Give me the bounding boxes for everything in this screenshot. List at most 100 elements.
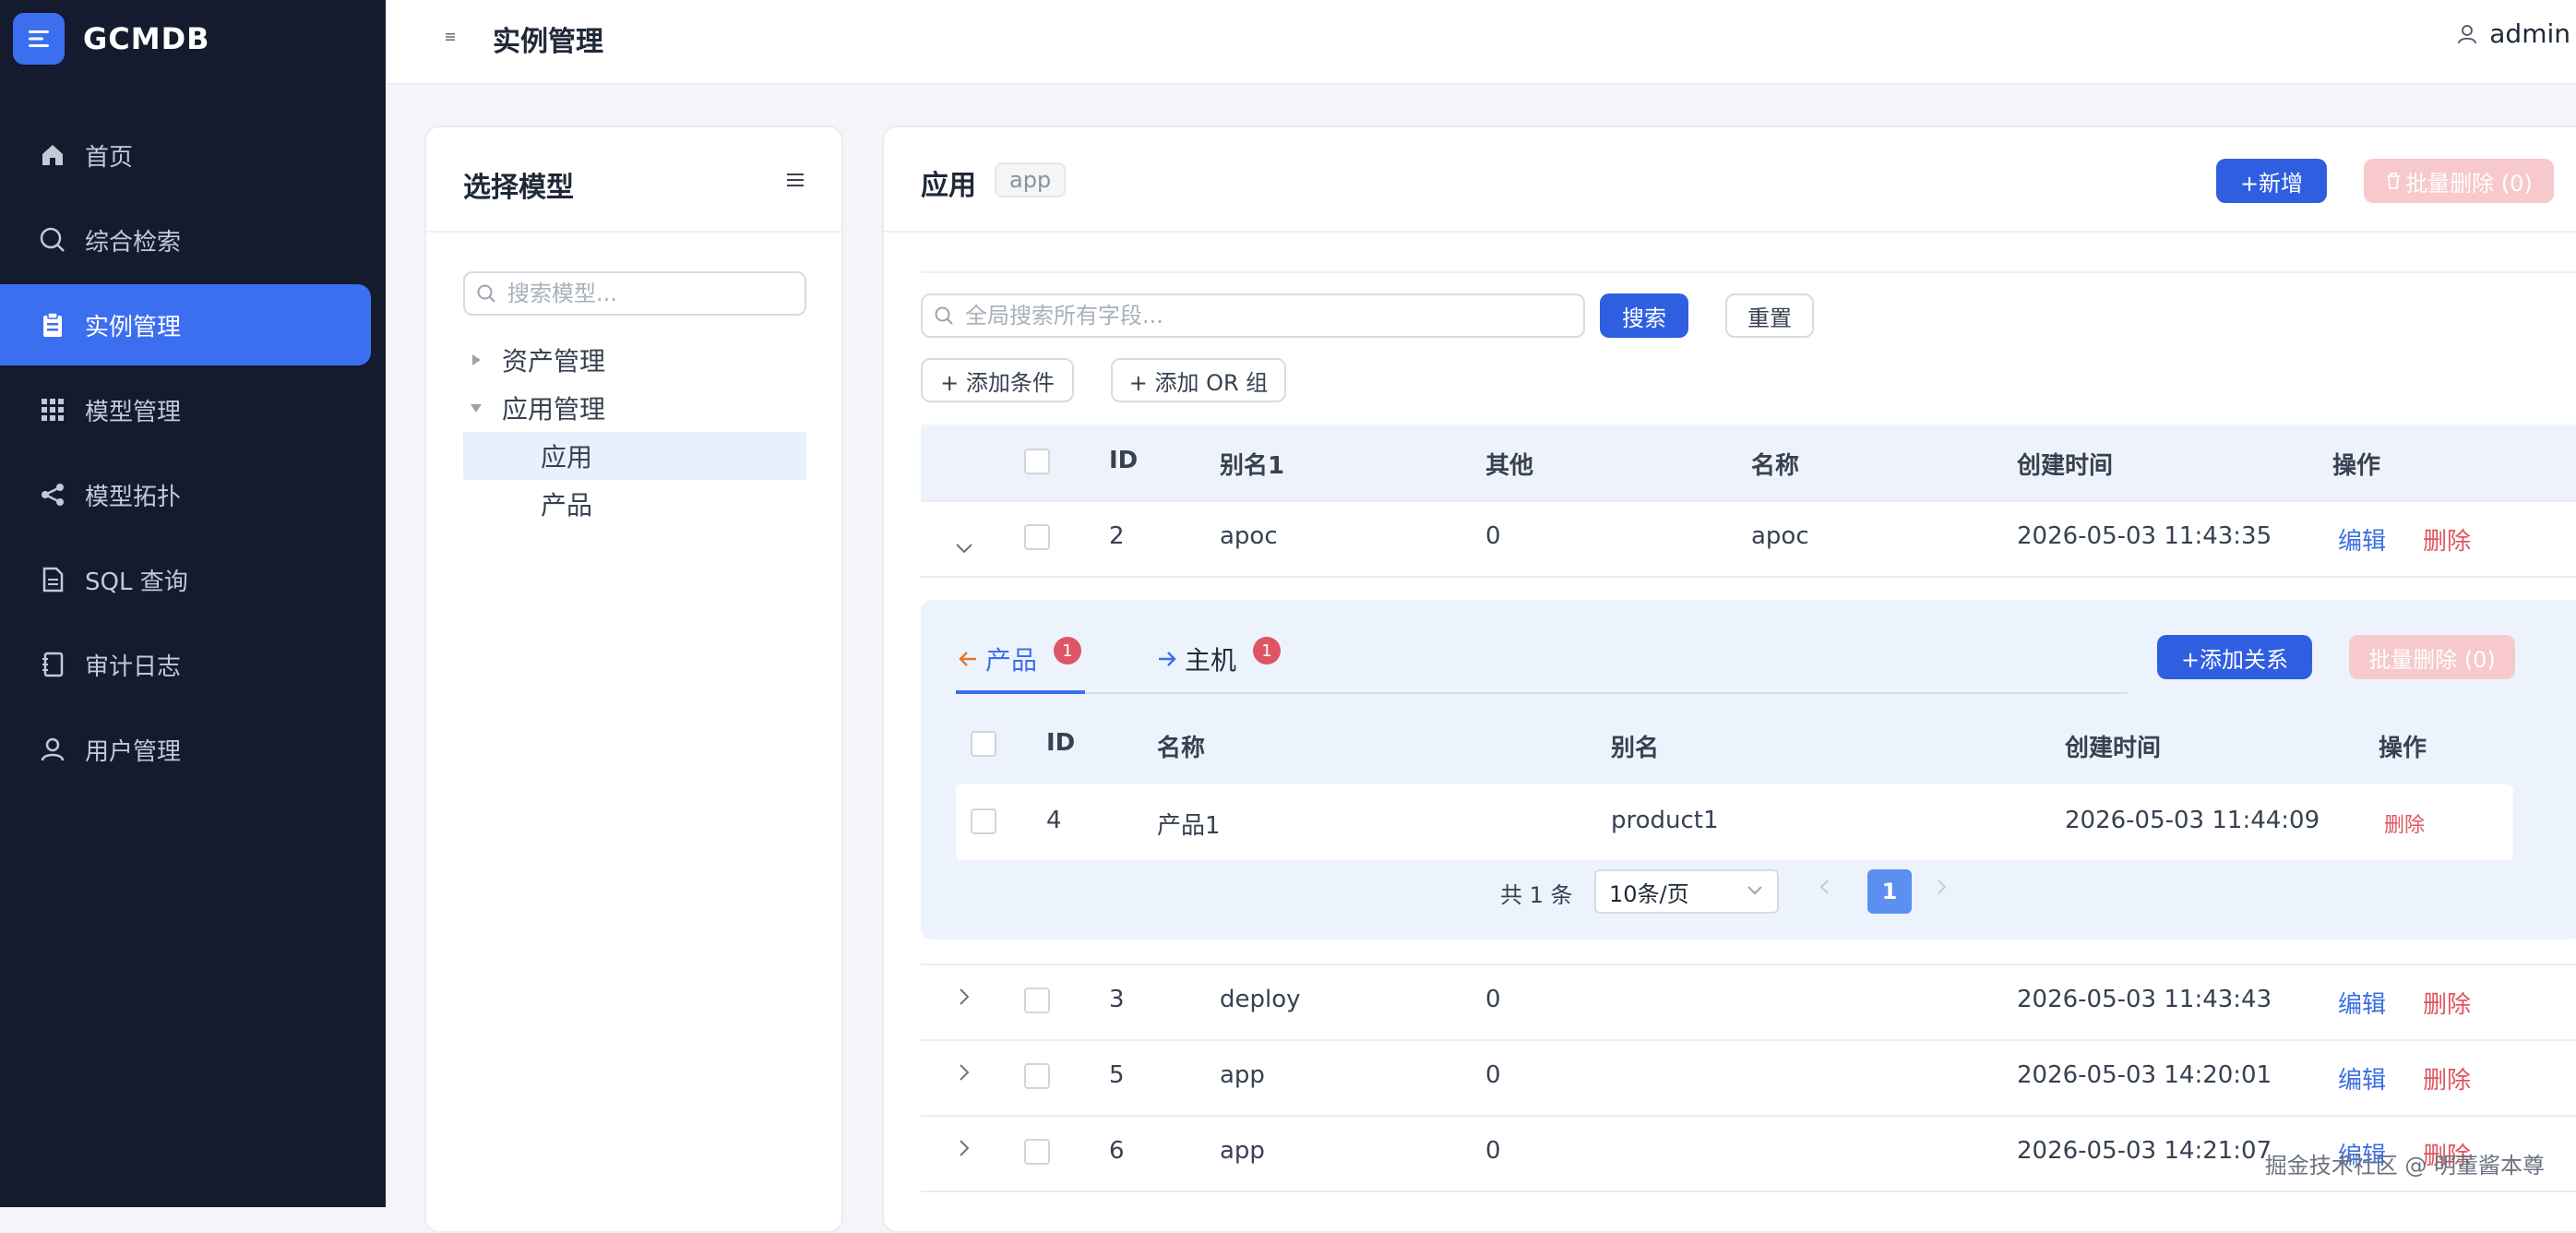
search-icon: [37, 224, 68, 256]
global-search-field[interactable]: [921, 293, 1585, 338]
column-header: 操作: [2332, 452, 2381, 480]
sidebar-item-home[interactable]: 首页: [0, 114, 371, 196]
model-search-input[interactable]: [506, 280, 805, 307]
chevron-right-icon[interactable]: [958, 1061, 971, 1089]
watermark: 掘金技术社区 @ 明董酱本尊: [2264, 1153, 2545, 1179]
chevron-down-icon: [1746, 884, 1764, 897]
cell-id: 4: [1046, 807, 1062, 834]
arrow-left-icon: [958, 651, 978, 667]
tab-host[interactable]: 主机 1: [1157, 637, 1282, 677]
cell-created: 2026-05-03 14:20:01: [2017, 1061, 2272, 1089]
tree-item-label: 产品: [541, 490, 593, 521]
divider: [884, 231, 2576, 233]
row-divider: [921, 576, 2576, 578]
select-all-checkbox[interactable]: [1024, 449, 1050, 474]
trash-icon: [2385, 172, 2402, 190]
list-icon[interactable]: [786, 172, 805, 192]
sidebar-item-instances[interactable]: 实例管理: [0, 284, 371, 365]
batch-delete-button[interactable]: 批量删除 (0): [2364, 159, 2554, 203]
tab-product[interactable]: 产品 1: [958, 637, 1082, 677]
delete-link[interactable]: 删除: [2423, 522, 2471, 557]
search-button[interactable]: 搜索: [1600, 293, 1688, 338]
caret-right-icon[interactable]: [463, 347, 489, 373]
caret-down-icon[interactable]: [463, 395, 489, 421]
cell-id: 6: [1109, 1137, 1125, 1165]
sidebar-item-topology[interactable]: 模型拓扑: [0, 454, 371, 535]
column-header: ID: [1046, 729, 1076, 757]
tree-item-app[interactable]: 应用: [463, 432, 806, 480]
tab-label: 主机: [1185, 645, 1237, 676]
page-title: 实例管理: [493, 26, 603, 58]
sidebar-item-label: 综合检索: [85, 228, 182, 257]
sidebar-item-models[interactable]: 模型管理: [0, 369, 371, 450]
cell-alias: product1: [1611, 807, 1719, 834]
row-checkbox[interactable]: [1024, 1063, 1050, 1089]
cell-alias: app: [1220, 1061, 1265, 1089]
cell-other: 0: [1485, 522, 1501, 550]
sidebar-item-sql[interactable]: SQL 查询: [0, 539, 371, 620]
sidebar-item-users[interactable]: 用户管理: [0, 709, 371, 790]
chevron-right-icon[interactable]: [958, 1137, 971, 1165]
user-icon: [2456, 23, 2478, 45]
table-row[interactable]: 4 产品1 product1 2026-05-03 11:44:09 删除: [956, 784, 2513, 860]
cell-name: apoc: [1751, 522, 1809, 550]
add-condition-button[interactable]: + 添加条件: [921, 358, 1074, 402]
prev-page-icon[interactable]: [1818, 875, 1832, 903]
select-all-checkbox[interactable]: [971, 731, 996, 757]
add-instance-button[interactable]: +新增: [2216, 159, 2327, 203]
sidebar-item-label: 用户管理: [85, 737, 182, 766]
row-checkbox[interactable]: [971, 808, 996, 834]
collapse-menu-icon[interactable]: [441, 28, 459, 46]
app-name: GCMDB: [83, 21, 210, 56]
global-search-input[interactable]: [963, 302, 1583, 329]
edit-link[interactable]: 编辑: [2338, 522, 2386, 557]
tree-item-asset-management[interactable]: 资产管理: [463, 336, 806, 384]
cell-alias: app: [1220, 1137, 1265, 1165]
edit-link[interactable]: 编辑: [2338, 1061, 2386, 1095]
table-header: ID 别名1 其他 名称 创建时间 操作: [921, 425, 2576, 500]
row-checkbox[interactable]: [1024, 1139, 1050, 1165]
chevron-down-icon[interactable]: [954, 533, 974, 561]
column-header: 别名1: [1220, 452, 1285, 480]
batch-delete-relations-button[interactable]: 批量删除 (0): [2349, 635, 2515, 679]
row-divider: [921, 500, 2576, 502]
document-icon: [37, 564, 68, 595]
arrow-right-icon: [1157, 651, 1177, 667]
menu-icon: [13, 13, 65, 65]
model-search-field[interactable]: [463, 271, 806, 316]
page-1-button[interactable]: 1: [1867, 869, 1912, 914]
tree-item-app-management[interactable]: 应用管理: [463, 384, 806, 432]
delete-link[interactable]: 删除: [2423, 1061, 2471, 1095]
logo[interactable]: GCMDB: [13, 13, 210, 65]
add-or-group-button[interactable]: + 添加 OR 组: [1111, 358, 1286, 402]
row-checkbox[interactable]: [1024, 988, 1050, 1013]
row-checkbox[interactable]: [1024, 524, 1050, 550]
cell-id: 3: [1109, 986, 1125, 1013]
cell-name: 产品1: [1157, 812, 1221, 840]
sidebar-item-label: 审计日志: [85, 652, 182, 681]
cell-other: 0: [1485, 1061, 1501, 1089]
page-size-select[interactable]: 10条/页: [1594, 869, 1779, 914]
add-relation-button[interactable]: +添加关系: [2157, 635, 2312, 679]
user-menu[interactable]: admin: [2456, 18, 2570, 49]
search-icon: [934, 305, 954, 326]
sidebar-item-audit[interactable]: 审计日志: [0, 624, 371, 705]
tree-item-product[interactable]: 产品: [463, 480, 806, 528]
next-page-icon[interactable]: [1934, 875, 1949, 903]
count-badge: 1: [1253, 637, 1282, 664]
chevron-right-icon[interactable]: [958, 986, 971, 1013]
delete-link[interactable]: 删除: [2384, 808, 2425, 838]
reset-button[interactable]: 重置: [1725, 293, 1814, 338]
top-header: 实例管理 admin: [386, 0, 2576, 85]
active-tab-indicator: [956, 690, 1085, 694]
divider: [921, 271, 2576, 273]
relations-panel: 产品 1 主机 1 +添加关系 批量删除 (0) ID 名称 别名 创建时间 操…: [921, 600, 2576, 940]
sidebar-item-search[interactable]: 综合检索: [0, 199, 371, 281]
column-header: ID: [1109, 447, 1139, 474]
edit-link[interactable]: 编辑: [2338, 986, 2386, 1020]
delete-link[interactable]: 删除: [2423, 986, 2471, 1020]
batch-delete-label: 批量删除 (0): [2405, 170, 2533, 197]
tree-item-label: 应用管理: [502, 394, 606, 425]
row-divider: [921, 1115, 2576, 1117]
cell-created: 2026-05-03 11:44:09: [2065, 807, 2320, 834]
